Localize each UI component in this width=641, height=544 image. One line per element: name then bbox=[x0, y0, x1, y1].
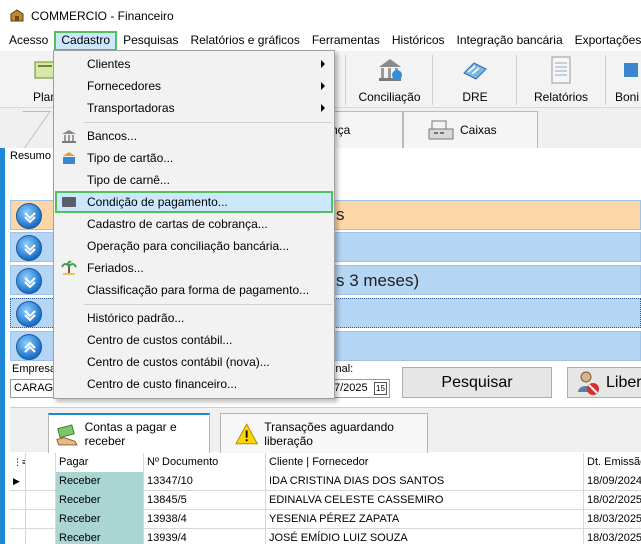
submenu-arrow-icon bbox=[321, 60, 325, 68]
menu-pesquisas[interactable]: Pesquisas bbox=[117, 31, 184, 51]
cash-register-icon bbox=[428, 120, 454, 140]
table-row[interactable]: Receber 13939/4 JOSÉ EMÍDIO LUIZ SOUZA 1… bbox=[10, 529, 641, 544]
expand-chevron-icon[interactable] bbox=[16, 268, 42, 294]
bank-icon bbox=[62, 130, 76, 143]
menu-item-cartas-cobranca[interactable]: Cadastro de cartas de cobrança... bbox=[55, 213, 333, 235]
menu-item-feriados[interactable]: Feriados... bbox=[55, 257, 333, 279]
bank-conciliation-icon bbox=[378, 59, 402, 81]
grid-options-icon[interactable]: ⋮≡ bbox=[10, 453, 26, 472]
money-hand-icon bbox=[56, 424, 78, 446]
menu-item-condicao-pagamento[interactable]: Condição de pagamento... bbox=[55, 191, 333, 213]
menu-item-centro-custos-contabil-nova[interactable]: Centro de custos contábil (nova)... bbox=[55, 351, 333, 373]
empresa-label: Empresa bbox=[12, 363, 57, 375]
calendar-icon[interactable]: 15 bbox=[374, 382, 387, 395]
menu-item-classificacao-forma-pagamento[interactable]: Classificação para forma de pagamento... bbox=[55, 279, 333, 301]
toolbar-separator bbox=[345, 55, 346, 105]
user-blocked-icon bbox=[578, 371, 599, 395]
menu-relatorios-graficos[interactable]: Relatórios e gráficos bbox=[184, 31, 305, 51]
menu-exportacoes[interactable]: Exportações bbox=[569, 31, 641, 51]
toolbar-dre-button[interactable]: DRE bbox=[440, 51, 510, 108]
title-bar: COMMERCIO - Financeiro bbox=[0, 0, 641, 31]
table-row[interactable]: Receber 13845/5 EDINALVA CELESTE CASSEMI… bbox=[10, 491, 641, 510]
toolbar-conciliacao-button[interactable]: Conciliação bbox=[352, 51, 427, 108]
tab-transacoes-aguardando[interactable]: Transações aguardando liberação bbox=[220, 413, 428, 453]
expand-chevron-icon[interactable] bbox=[16, 301, 42, 327]
toolbar-separator bbox=[516, 55, 517, 105]
menu-historicos[interactable]: Históricos bbox=[386, 31, 451, 51]
menu-item-historico-padrao[interactable]: Histórico padrão... bbox=[55, 307, 333, 329]
toolbar-separator bbox=[605, 55, 606, 105]
card-type-icon bbox=[63, 152, 75, 164]
current-row-indicator: ▶ bbox=[10, 472, 26, 491]
table-row[interactable]: Receber 13938/4 YESENIA PÉREZ ZAPATA 18/… bbox=[10, 510, 641, 529]
grid-header-row: ⋮≡ Pagar Nº Documento Cliente | Forneced… bbox=[10, 453, 641, 472]
tab-caixas[interactable]: Caixas bbox=[403, 111, 538, 148]
menu-separator bbox=[84, 122, 332, 123]
liberar-button[interactable]: Liber bbox=[567, 367, 641, 398]
app-icon bbox=[10, 8, 24, 21]
payment-condition-icon bbox=[62, 197, 76, 207]
menu-item-tipo-cartao[interactable]: Tipo de cartão... bbox=[55, 147, 333, 169]
lower-tabs: Contas a pagar e receber Transações agua… bbox=[10, 407, 641, 453]
toolbar-boni-button[interactable]: Boni bbox=[612, 51, 641, 108]
report-icon bbox=[551, 56, 571, 84]
warning-icon bbox=[235, 422, 259, 444]
window-title: COMMERCIO - Financeiro bbox=[31, 8, 174, 23]
bonus-icon bbox=[624, 63, 638, 77]
table-row[interactable]: ▶ Receber 13347/10 IDA CRISTINA DIAS DOS… bbox=[10, 472, 641, 491]
holiday-palm-icon bbox=[61, 260, 77, 275]
menu-item-fornecedores[interactable]: Fornecedores bbox=[55, 75, 333, 97]
menu-item-centro-custo-financeiro[interactable]: Centro de custo financeiro... bbox=[55, 373, 333, 395]
toolbar-separator bbox=[432, 55, 433, 105]
transactions-grid: ⋮≡ Pagar Nº Documento Cliente | Forneced… bbox=[10, 453, 641, 544]
dre-icon bbox=[463, 62, 487, 80]
collapse-chevron-icon[interactable] bbox=[16, 334, 42, 360]
left-accent-bar bbox=[0, 148, 5, 544]
submenu-arrow-icon bbox=[321, 82, 325, 90]
empresa-field[interactable]: CARAGU bbox=[10, 379, 61, 398]
tab-partial-left[interactable] bbox=[0, 111, 51, 148]
menu-integracao-bancaria[interactable]: Integração bancária bbox=[451, 31, 569, 51]
pesquisar-button[interactable]: Pesquisar bbox=[402, 367, 552, 398]
tab-contas-pagar-receber[interactable]: Contas a pagar e receber bbox=[48, 413, 210, 453]
accordion-row-3-text: s 3 meses) bbox=[336, 271, 420, 290]
menu-item-centro-custos-contabil[interactable]: Centro de custos contábil... bbox=[55, 329, 333, 351]
menu-item-operacao-conciliacao[interactable]: Operação para conciliação bancária... bbox=[55, 235, 333, 257]
menu-ferramentas[interactable]: Ferramentas bbox=[306, 31, 386, 51]
menu-item-transportadoras[interactable]: Transportadoras bbox=[55, 97, 333, 119]
expand-chevron-icon[interactable] bbox=[16, 235, 42, 261]
accordion-row-1-text: s bbox=[336, 205, 345, 224]
toolbar-relatorios-button[interactable]: Relatórios bbox=[523, 51, 599, 108]
expand-chevron-icon[interactable] bbox=[16, 203, 42, 229]
cadastro-dropdown-menu: Clientes Fornecedores Transportadoras Ba… bbox=[53, 50, 335, 399]
menu-item-bancos[interactable]: Bancos... bbox=[55, 125, 333, 147]
col-header-dt-emissao[interactable]: Dt. Emissão bbox=[584, 453, 641, 472]
resumo-label: Resumo bbox=[10, 150, 51, 162]
menu-cadastro[interactable]: Cadastro bbox=[54, 31, 118, 51]
col-header-pagar[interactable]: Pagar bbox=[56, 453, 144, 472]
menu-bar: Acesso Cadastro Pesquisas Relatórios e g… bbox=[0, 31, 641, 51]
menu-item-clientes[interactable]: Clientes bbox=[55, 53, 333, 75]
submenu-arrow-icon bbox=[321, 104, 325, 112]
menu-item-tipo-carne[interactable]: Tipo de carnê... bbox=[55, 169, 333, 191]
menu-separator bbox=[84, 304, 332, 305]
col-header-cliente-fornecedor[interactable]: Cliente | Fornecedor bbox=[266, 453, 584, 472]
menu-acesso[interactable]: Acesso bbox=[0, 31, 54, 51]
col-header-documento[interactable]: Nº Documento bbox=[144, 453, 266, 472]
